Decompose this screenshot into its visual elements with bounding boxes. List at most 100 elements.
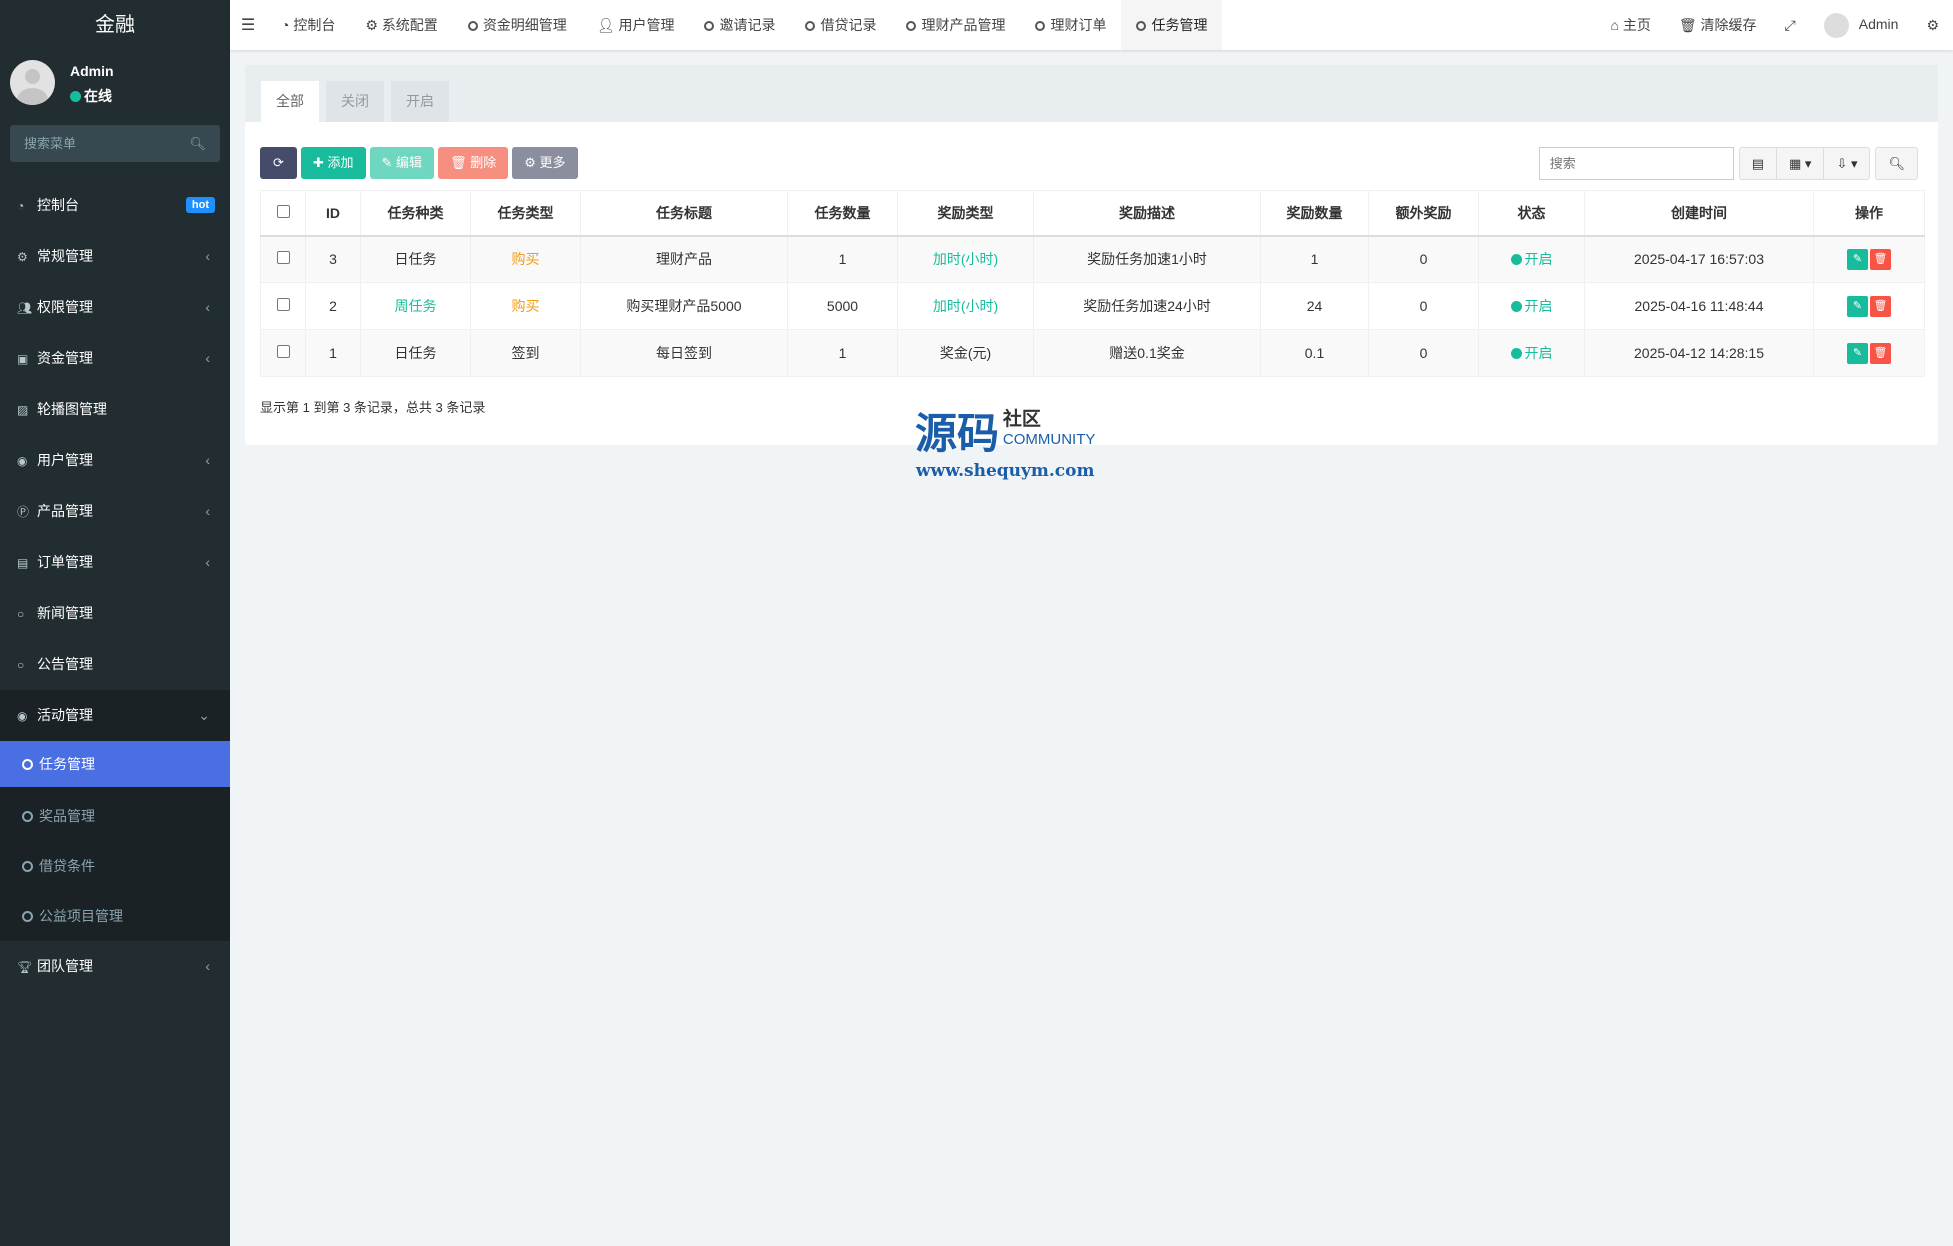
clear-cache-button[interactable]: 🗑︎ 清除缓存 — [1665, 15, 1771, 35]
tab-tasks[interactable]: 任务管理 — [1121, 0, 1222, 50]
money-icon: ▣ — [17, 334, 37, 385]
chevron-down-icon: ⌄ — [198, 690, 210, 741]
menu-search-input[interactable]: 搜索菜单🔍︎ — [10, 125, 220, 162]
sidebar-subitem-tasks[interactable]: 任务管理 — [0, 741, 230, 787]
tab-wealth-products[interactable]: 理财产品管理 — [891, 0, 1020, 50]
table-row: 3日任务购买理财产品1加时(小时)奖励任务加速1小时10开启2025-04-17… — [261, 236, 1925, 283]
filter-tab-all[interactable]: 全部 — [261, 81, 319, 122]
tab-system-config[interactable]: ⚙ 系统配置 — [350, 0, 452, 50]
tab-loans[interactable]: 借贷记录 — [790, 0, 891, 50]
add-button[interactable]: ✚ 添加 — [301, 147, 366, 179]
sidebar-subitem-loan-conditions[interactable]: 借贷条件 — [0, 841, 230, 891]
filter-tab-open[interactable]: 开启 — [391, 81, 449, 122]
export-icon[interactable]: ⇩ ▾ — [1824, 148, 1869, 179]
edit-row-button[interactable]: ✎ — [1847, 249, 1868, 270]
sidebar-item-label: 用户管理 — [37, 452, 93, 468]
admin-menu[interactable]: Admin — [1810, 13, 1913, 38]
delete-row-button[interactable]: 🗑︎ — [1870, 249, 1891, 270]
sidebar-subitem-charity[interactable]: 公益项目管理 — [0, 891, 230, 941]
sidebar-item-general[interactable]: ⚙常规管理‹ — [0, 231, 230, 282]
columns-icon[interactable]: ▦ ▾ — [1777, 148, 1824, 179]
row-checkbox[interactable] — [261, 236, 306, 283]
select-all-checkbox[interactable] — [261, 191, 306, 236]
nav-tabs: ◔ 控制台 ⚙ 系统配置 资金明细管理 👤︎ 用户管理 邀请记录 借贷记录 理财… — [266, 0, 1222, 50]
edit-button[interactable]: ✎ 编辑 — [370, 147, 435, 179]
sidebar-item-products[interactable]: Ⓟ产品管理‹ — [0, 486, 230, 537]
delete-row-button[interactable]: 🗑︎ — [1870, 296, 1891, 317]
cell-created: 2025-04-12 14:28:15 — [1585, 330, 1814, 377]
circle-icon — [22, 759, 33, 770]
cogs-icon: ⚙ — [17, 232, 37, 283]
circle-icon — [1136, 21, 1146, 31]
col-task-kind[interactable]: 任务种类 — [361, 191, 471, 236]
chevron-left-icon: ‹ — [205, 486, 210, 537]
toggle-view-icon[interactable]: ▤ — [1740, 148, 1777, 179]
sidebar-item-permissions[interactable]: 👥︎权限管理‹ — [0, 282, 230, 333]
filter-tab-closed[interactable]: 关闭 — [326, 81, 384, 122]
fullscreen-icon[interactable]: ⤢ — [1771, 17, 1810, 34]
sidebar-item-orders[interactable]: ▤订单管理‹ — [0, 537, 230, 588]
pagination-summary: 显示第 1 到第 3 条记录，总共 3 条记录 — [260, 397, 485, 416]
tab-fund-details[interactable]: 资金明细管理 — [453, 0, 582, 50]
sidebar-item-label: 订单管理 — [37, 554, 93, 570]
watermark-en: COMMUNITY — [1003, 431, 1096, 448]
sidebar-subitem-prizes[interactable]: 奖品管理 — [0, 791, 230, 841]
menu-toggle-icon[interactable]: ☰ — [230, 15, 266, 35]
sidebar-item-funds[interactable]: ▣资金管理‹ — [0, 333, 230, 384]
cell-task-type: 签到 — [471, 330, 581, 377]
col-status[interactable]: 状态 — [1479, 191, 1585, 236]
sidebar-item-users[interactable]: ◉用户管理‹ — [0, 435, 230, 486]
col-created[interactable]: 创建时间 — [1585, 191, 1814, 236]
col-task-title[interactable]: 任务标题 — [581, 191, 788, 236]
app-logo[interactable]: 金融 — [0, 0, 230, 50]
sidebar-item-notices[interactable]: ○公告管理 — [0, 639, 230, 690]
delete-button[interactable]: 🗑︎ 删除 — [438, 147, 508, 179]
table-search-input[interactable] — [1539, 147, 1734, 180]
col-extra-reward[interactable]: 额外奖励 — [1369, 191, 1479, 236]
cell-reward-desc: 奖励任务加速1小时 — [1034, 236, 1261, 283]
sidebar-item-news[interactable]: ○新闻管理 — [0, 588, 230, 639]
sidebar-item-banner[interactable]: ▨轮播图管理 — [0, 384, 230, 435]
row-checkbox[interactable] — [261, 330, 306, 377]
refresh-icon: ⟳ — [273, 155, 284, 170]
cell-actions: ✎🗑︎ — [1814, 236, 1925, 283]
watermark-cn: 社区 — [1003, 409, 1041, 430]
cell-status: 开启 — [1479, 283, 1585, 330]
advanced-search-button[interactable]: 🔍︎ — [1875, 147, 1918, 180]
sidebar-item-dashboard[interactable]: ◔控制台hot — [0, 180, 230, 231]
tab-label: 理财产品管理 — [921, 17, 1005, 33]
dashboard-icon: ◔ — [281, 17, 293, 33]
watermark-main: 源码 — [915, 400, 999, 461]
cell-extra-reward: 0 — [1369, 330, 1479, 377]
col-reward-amount[interactable]: 奖励数量 — [1261, 191, 1369, 236]
status-label: 开启 — [1525, 251, 1553, 267]
circle-icon — [22, 911, 33, 922]
cell-actions: ✎🗑︎ — [1814, 330, 1925, 377]
sidebar-item-label: 新闻管理 — [37, 605, 93, 621]
col-reward-type[interactable]: 奖励类型 — [898, 191, 1034, 236]
refresh-button[interactable]: ⟳ — [260, 147, 297, 179]
edit-row-button[interactable]: ✎ — [1847, 296, 1868, 317]
tab-invites[interactable]: 邀请记录 — [689, 0, 790, 50]
toolbar: ⟳ ✚ 添加 ✎ 编辑 🗑︎ 删除 ⚙ 更多 — [260, 147, 582, 179]
more-button[interactable]: ⚙ 更多 — [512, 147, 577, 179]
col-task-type[interactable]: 任务类型 — [471, 191, 581, 236]
home-link[interactable]: ⌂ 主页 — [1597, 15, 1665, 35]
sidebar-item-team[interactable]: 🏆︎团队管理‹ — [0, 941, 230, 992]
tab-wealth-orders[interactable]: 理财订单 — [1020, 0, 1121, 50]
delete-row-button[interactable]: 🗑︎ — [1870, 343, 1891, 364]
col-reward-desc[interactable]: 奖励描述 — [1034, 191, 1261, 236]
row-checkbox[interactable] — [261, 283, 306, 330]
cell-task-type: 购买 — [471, 283, 581, 330]
settings-icon[interactable]: ⚙ — [1912, 17, 1953, 34]
user-icon: 👤︎ — [597, 17, 619, 33]
col-id[interactable]: ID — [306, 191, 361, 236]
cell-actions: ✎🗑︎ — [1814, 283, 1925, 330]
tab-label: 用户管理 — [618, 17, 674, 33]
tab-users[interactable]: 👤︎ 用户管理 — [582, 0, 690, 50]
sidebar-item-activities[interactable]: ◉活动管理⌄ — [0, 690, 230, 741]
tab-dashboard[interactable]: ◔ 控制台 — [266, 0, 350, 50]
col-task-count[interactable]: 任务数量 — [788, 191, 898, 236]
tab-label: 系统配置 — [382, 17, 438, 33]
edit-row-button[interactable]: ✎ — [1847, 343, 1868, 364]
